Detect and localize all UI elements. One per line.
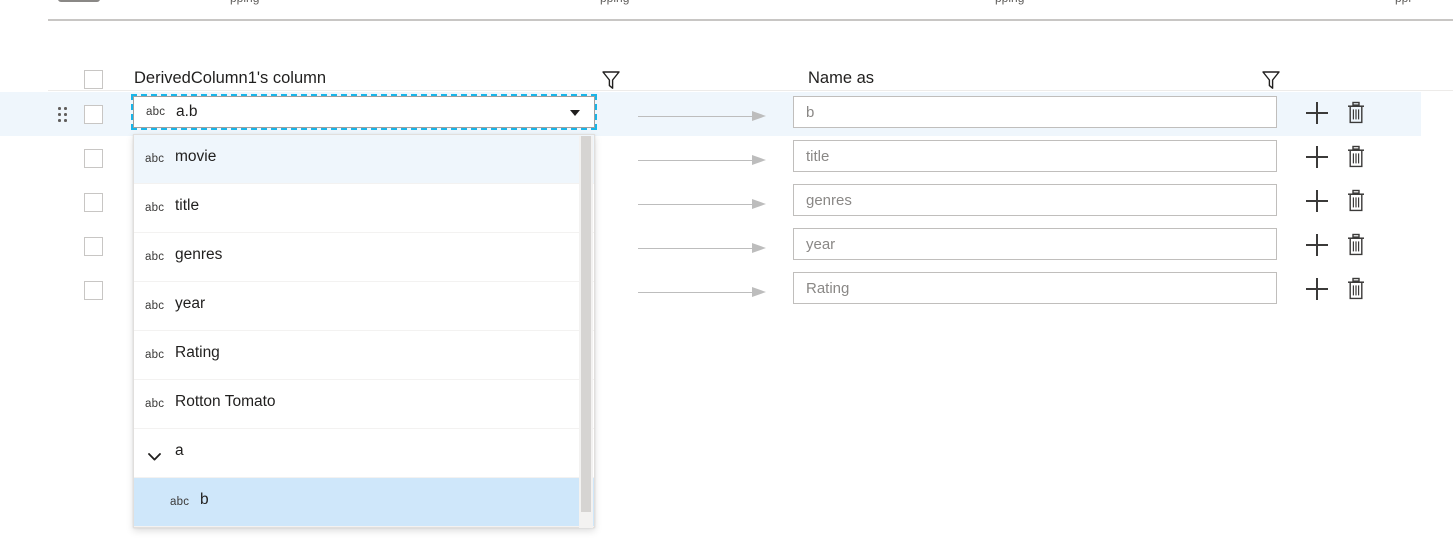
string-type-tag: abc xyxy=(145,398,164,410)
cut-off-text-fragment: pping xyxy=(600,0,629,5)
chevron-down-icon[interactable] xyxy=(570,110,580,116)
mapping-table-header: DerivedColumn1's column Name as xyxy=(0,22,1453,91)
cut-off-toolbar-strip: pping pping pping ppi xyxy=(0,0,1453,8)
name-as-input[interactable] xyxy=(793,140,1277,172)
dropdown-option-label: Rating xyxy=(175,344,220,362)
arrow-right-icon xyxy=(638,243,770,253)
dropdown-group-option[interactable]: a xyxy=(134,429,594,478)
source-column-value: a.b xyxy=(176,103,198,121)
cut-off-text-fragment: pping xyxy=(230,0,259,5)
trash-icon[interactable] xyxy=(1345,145,1367,169)
plus-icon[interactable] xyxy=(1306,278,1328,300)
arrow-right-icon xyxy=(638,287,770,297)
cut-off-text-fragment: pping xyxy=(995,0,1024,5)
trash-icon[interactable] xyxy=(1345,277,1367,301)
row-checkbox[interactable] xyxy=(84,149,103,168)
dropdown-scrollbar-thumb[interactable] xyxy=(581,136,591,512)
dropdown-option-label: Rotton Tomato xyxy=(175,393,276,411)
plus-icon[interactable] xyxy=(1306,146,1328,168)
plus-icon[interactable] xyxy=(1306,102,1328,124)
target-filter-funnel-icon[interactable] xyxy=(1260,69,1282,91)
string-type-tag: abc xyxy=(145,251,164,263)
dropdown-option-label: title xyxy=(175,197,199,215)
string-type-tag: abc xyxy=(145,202,164,214)
row-checkbox[interactable] xyxy=(84,193,103,212)
dropdown-group-label: a xyxy=(175,442,184,460)
plus-icon[interactable] xyxy=(1306,190,1328,212)
dropdown-option[interactable]: abc genres xyxy=(134,233,594,282)
cut-off-button[interactable] xyxy=(58,0,100,2)
dropdown-option-label: b xyxy=(200,491,209,509)
dropdown-scrollbar[interactable] xyxy=(579,136,593,528)
row-checkbox[interactable] xyxy=(84,281,103,300)
target-column-header-label: Name as xyxy=(808,69,874,88)
source-column-dropdown-list[interactable]: abc movie abc title abc genres abc year … xyxy=(133,134,595,528)
table-row[interactable]: abc a.b xyxy=(0,92,1421,136)
name-as-input[interactable] xyxy=(793,272,1277,304)
dropdown-option[interactable]: abc movie xyxy=(134,135,594,184)
name-as-input[interactable] xyxy=(793,184,1277,216)
string-type-tag: abc xyxy=(145,349,164,361)
trash-icon[interactable] xyxy=(1345,189,1367,213)
string-type-tag: abc xyxy=(145,153,164,165)
source-column-header-label: DerivedColumn1's column xyxy=(134,69,326,88)
dropdown-option[interactable]: abc b xyxy=(134,478,594,527)
name-as-input[interactable] xyxy=(793,228,1277,260)
dropdown-option-label: genres xyxy=(175,246,222,264)
name-as-input[interactable] xyxy=(793,96,1277,128)
dropdown-option-label: movie xyxy=(175,148,216,166)
header-bottom-divider xyxy=(48,90,1453,91)
header-top-divider xyxy=(48,19,1453,21)
select-all-checkbox[interactable] xyxy=(84,70,103,89)
drag-handle-icon[interactable] xyxy=(58,106,68,122)
string-type-tag: abc xyxy=(146,106,165,118)
arrow-right-icon xyxy=(638,199,770,209)
row-checkbox[interactable] xyxy=(84,237,103,256)
dropdown-option[interactable]: abc Rating xyxy=(134,331,594,380)
string-type-tag: abc xyxy=(145,300,164,312)
trash-icon[interactable] xyxy=(1345,233,1367,257)
dropdown-option[interactable]: abc Rotton Tomato xyxy=(134,380,594,429)
row-checkbox[interactable] xyxy=(84,105,103,124)
trash-icon[interactable] xyxy=(1345,101,1367,125)
arrow-right-icon xyxy=(638,155,770,165)
plus-icon[interactable] xyxy=(1306,234,1328,256)
string-type-tag: abc xyxy=(170,496,189,508)
cut-off-text-fragment: ppi xyxy=(1395,0,1411,5)
dropdown-option[interactable]: abc title xyxy=(134,184,594,233)
chevron-down-icon[interactable] xyxy=(148,448,161,456)
source-filter-funnel-icon[interactable] xyxy=(600,69,622,91)
dropdown-option[interactable]: abc year xyxy=(134,282,594,331)
dropdown-option-label: year xyxy=(175,295,205,313)
source-column-combobox[interactable]: abc a.b xyxy=(133,96,595,128)
arrow-right-icon xyxy=(638,111,770,121)
